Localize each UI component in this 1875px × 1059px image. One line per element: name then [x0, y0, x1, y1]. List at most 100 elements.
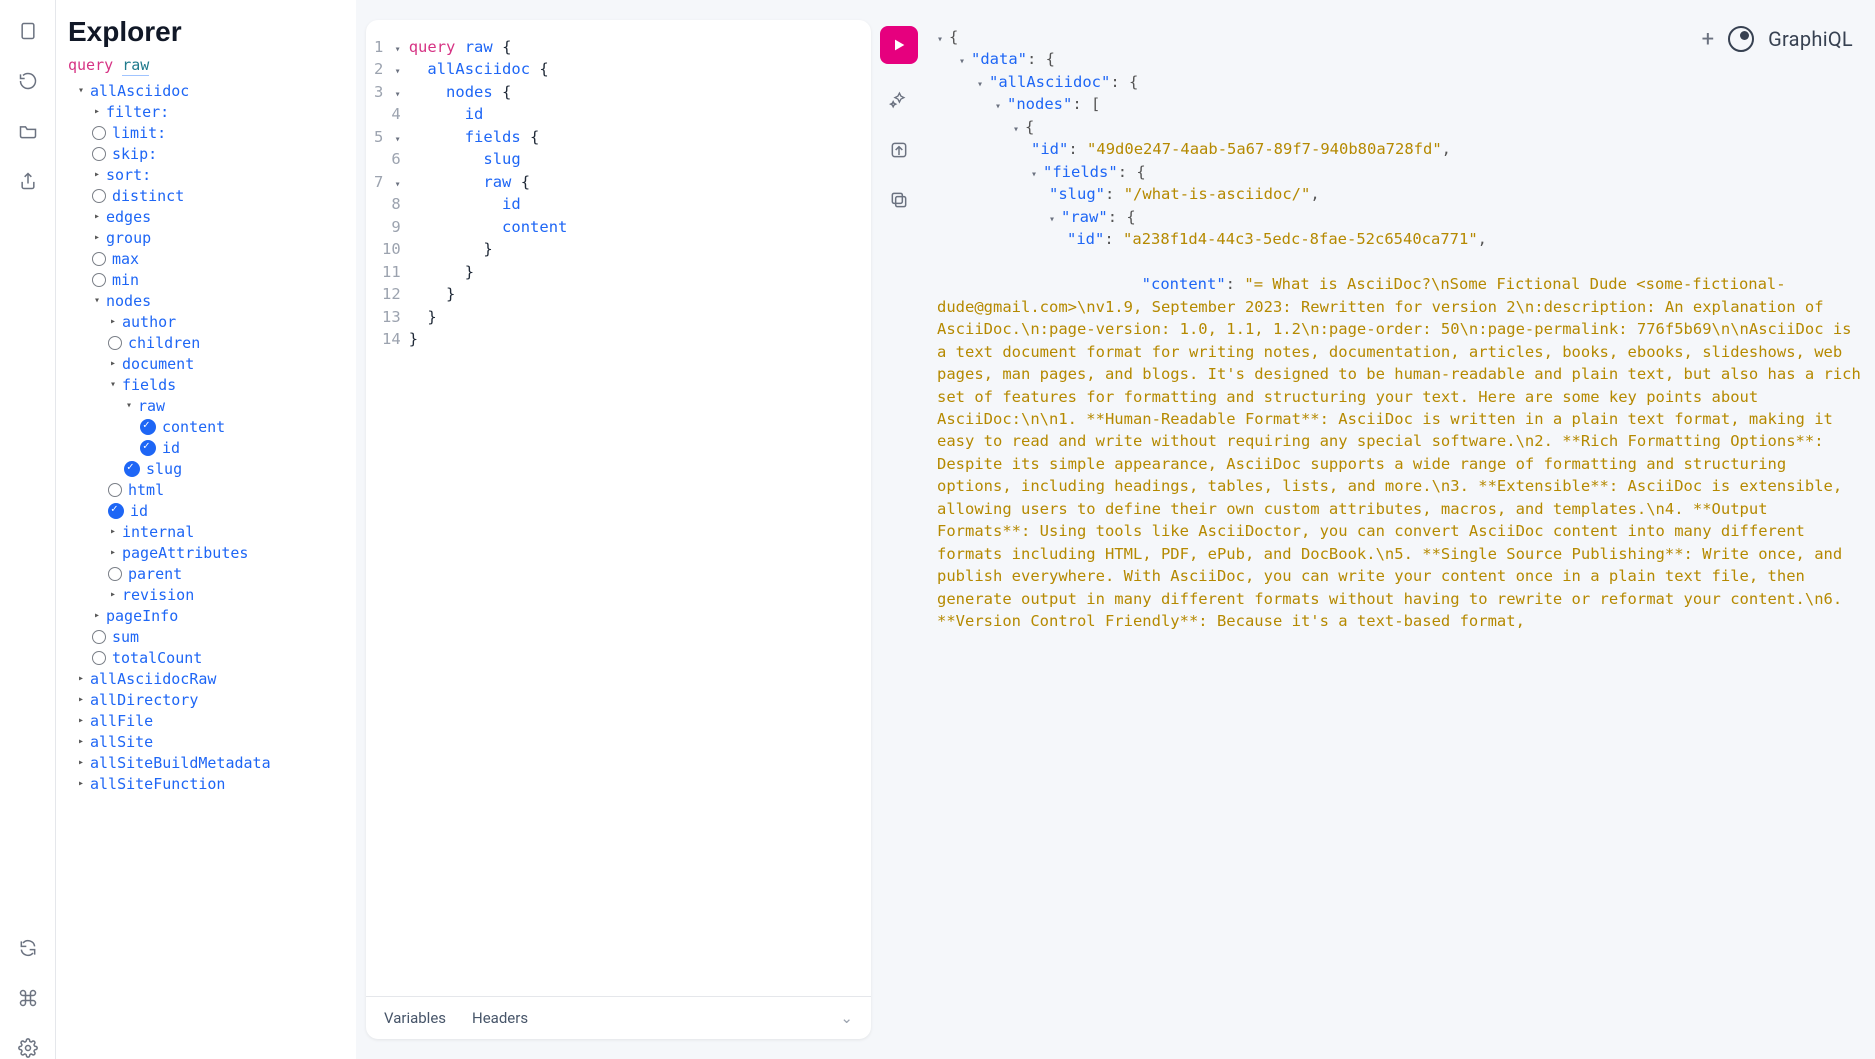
docs-icon[interactable] [17, 20, 39, 42]
field-label: pageAttributes [122, 544, 248, 562]
field-radio[interactable] [108, 483, 122, 497]
explorer-field-max[interactable]: max [68, 248, 344, 269]
results-panel[interactable]: ▾{ ▾"data": { ▾"allAsciidoc": { ▾"nodes"… [927, 0, 1875, 1059]
explorer-field-pageInfo[interactable]: ▸pageInfo [68, 605, 344, 626]
explorer-field-edges[interactable]: ▸edges [68, 206, 344, 227]
expand-arrow-icon[interactable]: ▸ [76, 673, 86, 684]
expand-arrow-icon[interactable]: ▸ [108, 526, 118, 537]
settings-icon[interactable] [17, 1037, 39, 1059]
field-radio[interactable] [108, 567, 122, 581]
prettify-icon[interactable] [889, 90, 909, 114]
explorer-field-internal[interactable]: ▸internal [68, 521, 344, 542]
expand-arrow-icon[interactable]: ▾ [92, 295, 102, 306]
explorer-field-allSiteBuildMetadata[interactable]: ▸allSiteBuildMetadata [68, 752, 344, 773]
field-radio[interactable] [92, 273, 106, 287]
expand-arrow-icon[interactable]: ▾ [124, 400, 134, 411]
field-label: raw [138, 397, 165, 415]
expand-arrow-icon[interactable]: ▸ [92, 211, 102, 222]
explorer-field-id[interactable]: id [68, 437, 344, 458]
explorer-field-allFile[interactable]: ▸allFile [68, 710, 344, 731]
field-check-icon[interactable] [140, 440, 156, 456]
explorer-query-name[interactable]: query raw [68, 56, 344, 74]
explorer-field-slug[interactable]: slug [68, 458, 344, 479]
shortcuts-icon[interactable] [17, 987, 39, 1009]
field-label: allDirectory [90, 691, 198, 709]
field-radio[interactable] [108, 336, 122, 350]
expand-arrow-icon[interactable]: ▸ [108, 589, 118, 600]
field-radio[interactable] [92, 147, 106, 161]
folder-icon[interactable] [17, 120, 39, 142]
explorer-field-raw[interactable]: ▾ raw [68, 395, 344, 416]
code-editor[interactable]: 1 ▾2 ▾3 ▾4 5 ▾6 7 ▾8 9 10 11 12 13 14 qu… [366, 20, 871, 996]
expand-arrow-icon[interactable]: ▸ [108, 316, 118, 327]
explorer-field-parent[interactable]: parent [68, 563, 344, 584]
explorer-field-allDirectory[interactable]: ▸ allDirectory [68, 689, 344, 710]
explorer-field-id[interactable]: id [68, 500, 344, 521]
copy-icon[interactable] [889, 190, 909, 214]
explorer-field-limit[interactable]: limit: [68, 122, 344, 143]
chevron-down-icon[interactable]: ⌄ [840, 1009, 853, 1027]
expand-arrow-icon[interactable]: ▸ [108, 358, 118, 369]
field-label: min [112, 271, 139, 289]
explorer-field-children[interactable]: children [68, 332, 344, 353]
field-label: content [162, 418, 225, 436]
merge-icon[interactable] [889, 140, 909, 164]
expand-arrow-icon[interactable]: ▸ [108, 547, 118, 558]
explorer-field-min[interactable]: min [68, 269, 344, 290]
field-check-icon[interactable] [124, 461, 140, 477]
field-radio[interactable] [92, 189, 106, 203]
brand-name: GraphiQL [1768, 27, 1853, 51]
tab-variables[interactable]: Variables [384, 1009, 446, 1027]
field-label: allAsciidocRaw [90, 670, 216, 688]
field-check-icon[interactable] [140, 419, 156, 435]
field-label: author [122, 313, 176, 331]
explorer-field-document[interactable]: ▸document [68, 353, 344, 374]
explorer-field-fields[interactable]: ▾fields [68, 374, 344, 395]
explorer-field-allAsciidoc[interactable]: ▾ allAsciidoc [68, 80, 344, 101]
expand-arrow-icon[interactable]: ▸ [92, 106, 102, 117]
expand-arrow-icon[interactable]: ▸ [92, 610, 102, 621]
field-label: allAsciidoc [90, 82, 189, 100]
field-radio[interactable] [92, 126, 106, 140]
field-label: skip: [112, 145, 157, 163]
explorer-field-allSiteFunction[interactable]: ▸allSiteFunction [68, 773, 344, 794]
refresh-icon[interactable] [17, 937, 39, 959]
field-label: sort: [106, 166, 151, 184]
add-tab-button[interactable]: + [1702, 27, 1714, 52]
explorer-field-distinct[interactable]: distinct [68, 185, 344, 206]
expand-arrow-icon[interactable]: ▸ [76, 757, 86, 768]
share-icon[interactable] [17, 170, 39, 192]
run-button[interactable] [880, 26, 918, 64]
field-radio[interactable] [92, 630, 106, 644]
expand-arrow-icon[interactable]: ▸ [76, 694, 86, 705]
expand-arrow-icon[interactable]: ▾ [76, 85, 86, 96]
field-check-icon[interactable] [108, 503, 124, 519]
history-icon[interactable] [17, 70, 39, 92]
explorer-field-skip[interactable]: skip: [68, 143, 344, 164]
explorer-field-sum[interactable]: sum [68, 626, 344, 647]
expand-arrow-icon[interactable]: ▸ [76, 715, 86, 726]
explorer-field-sort[interactable]: ▸ sort: [68, 164, 344, 185]
explorer-field-revision[interactable]: ▸revision [68, 584, 344, 605]
field-label: group [106, 229, 151, 247]
explorer-field-nodes[interactable]: ▾nodes [68, 290, 344, 311]
explorer-field-allAsciidocRaw[interactable]: ▸ allAsciidocRaw [68, 668, 344, 689]
explorer-field-allSite[interactable]: ▸allSite [68, 731, 344, 752]
explorer-field-html[interactable]: html [68, 479, 344, 500]
explorer-field-filter[interactable]: ▸filter: [68, 101, 344, 122]
expand-arrow-icon[interactable]: ▸ [76, 778, 86, 789]
field-radio[interactable] [92, 651, 106, 665]
explorer-title: Explorer [68, 16, 344, 48]
explorer-field-content[interactable]: content [68, 416, 344, 437]
expand-arrow-icon[interactable]: ▾ [108, 379, 118, 390]
expand-arrow-icon[interactable]: ▸ [76, 736, 86, 747]
field-label: sum [112, 628, 139, 646]
explorer-field-totalCount[interactable]: totalCount [68, 647, 344, 668]
explorer-field-author[interactable]: ▸ author [68, 311, 344, 332]
field-radio[interactable] [92, 252, 106, 266]
tab-headers[interactable]: Headers [472, 1009, 528, 1027]
explorer-field-pageAttributes[interactable]: ▸ pageAttributes [68, 542, 344, 563]
expand-arrow-icon[interactable]: ▸ [92, 232, 102, 243]
expand-arrow-icon[interactable]: ▸ [92, 169, 102, 180]
explorer-field-group[interactable]: ▸ group [68, 227, 344, 248]
